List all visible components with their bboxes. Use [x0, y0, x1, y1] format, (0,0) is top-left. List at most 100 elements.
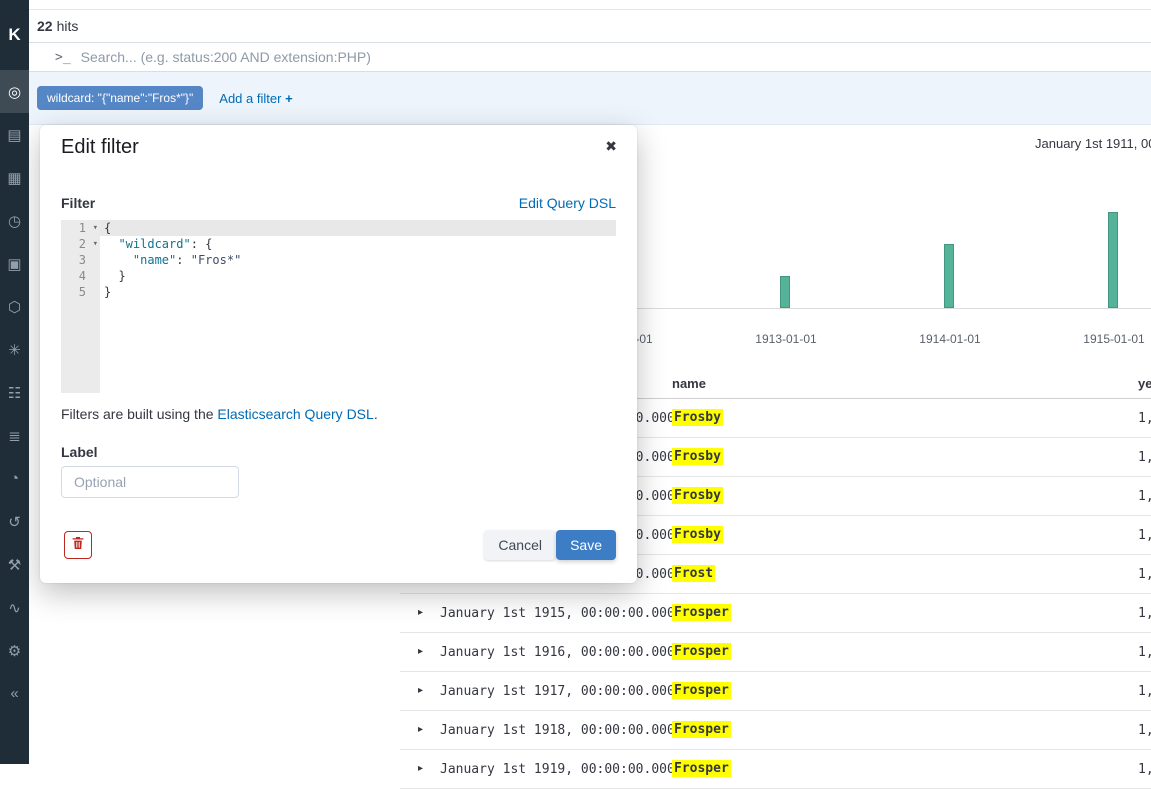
label-section-heading: Label [61, 444, 98, 460]
name-highlight: Frosper [672, 682, 731, 699]
histogram-bar[interactable] [780, 276, 790, 308]
delete-filter-button[interactable] [64, 531, 92, 559]
dev-tools-icon: ⚒ [8, 556, 21, 574]
name-highlight: Frosby [672, 526, 723, 543]
code-token: } [104, 269, 126, 283]
sidebar-item-uptime[interactable]: ↺ [0, 500, 29, 543]
row-expand-icon[interactable]: ▸ [418, 763, 423, 774]
year-cell: 1,912 [1138, 450, 1151, 465]
x-axis-tick-label: 1913-01-01 [755, 332, 816, 346]
code-token: : { [191, 237, 213, 251]
filter-pill-wildcard[interactable]: wildcard: "{"name":"Fros*"}" [37, 86, 203, 110]
name-highlight: Frosper [672, 721, 731, 738]
histogram-bar[interactable] [944, 244, 954, 308]
search-input[interactable] [81, 49, 1151, 65]
year-cell: 1,918 [1138, 723, 1151, 738]
year-cell: 1,915 [1138, 567, 1151, 582]
dashboard-icon: ▦ [7, 169, 21, 187]
x-axis-tick-label: 1914-01-01 [919, 332, 980, 346]
plus-icon: + [285, 91, 293, 106]
sidebar-item-canvas[interactable]: ▣ [0, 242, 29, 285]
histogram-bar[interactable] [1108, 212, 1118, 308]
elasticsearch-query-dsl-link[interactable]: Elasticsearch Query DSL [217, 406, 373, 422]
editor-gutter: 1▾2▾345 [61, 220, 100, 393]
code-fold-icon[interactable]: ▾ [93, 236, 98, 252]
code-token: } [104, 285, 111, 299]
filter-bar: wildcard: "{"name":"Fros*"}" Add a filte… [29, 72, 1151, 125]
edit-filter-modal: Edit filter ✖ Filter Edit Query DSL 1▾2▾… [40, 125, 637, 583]
query-dsl-editor[interactable]: 1▾2▾345 { "wildcard": { "name": "Fros*" … [61, 220, 616, 393]
uptime-icon: ↺ [8, 513, 21, 531]
monitoring-icon: ∿ [8, 599, 21, 617]
name-cell: Frosper [672, 644, 731, 659]
time-cell: January 1st 1919, 00:00:00.000 [440, 762, 675, 777]
sidebar-item-dashboard[interactable]: ▦ [0, 156, 29, 199]
code-fold-icon[interactable]: ▾ [93, 220, 98, 236]
close-icon[interactable]: ✖ [605, 138, 617, 155]
terminal-prompt-icon: >_ [55, 50, 71, 65]
time-cell: January 1st 1917, 00:00:00.000 [440, 684, 675, 699]
sidebar-item-maps[interactable]: ⬡ [0, 285, 29, 328]
sidebar-item-infrastructure[interactable]: ☷ [0, 371, 29, 414]
sidebar-item-logs[interactable]: ≣ [0, 414, 29, 457]
sidebar-item-discover[interactable]: ◎ [0, 70, 29, 113]
sidebar-item-apm[interactable]: ◔ [0, 457, 29, 500]
name-cell: Frosby [672, 410, 723, 425]
row-expand-icon[interactable]: ▸ [418, 685, 423, 696]
code-token: "wildcard" [118, 237, 190, 251]
timelion-icon: ◷ [8, 212, 21, 230]
code-token: "name" [133, 253, 176, 267]
kibana-logo[interactable]: K [0, 0, 29, 70]
sidebar-item-machine-learning[interactable]: ✳ [0, 328, 29, 371]
code-line: "wildcard": { [100, 236, 616, 252]
editor-code-area[interactable]: { "wildcard": { "name": "Fros*" }} [100, 220, 616, 393]
row-expand-icon[interactable]: ▸ [418, 724, 423, 735]
cancel-button[interactable]: Cancel [484, 530, 556, 560]
add-filter-button[interactable]: Add a filter + [219, 91, 292, 106]
query-bar: >_ [29, 42, 1151, 72]
sidebar-item-timelion[interactable]: ◷ [0, 199, 29, 242]
code-token: "Fros*" [191, 253, 242, 267]
table-row: ▸January 1st 1915, 00:00:00.000Frosper1,… [400, 594, 1151, 633]
code-line: } [100, 284, 616, 300]
time-cell: January 1st 1918, 00:00:00.000 [440, 723, 675, 738]
table-row: ▸ January 1st 1916, 00:00:00.000Frosper 1,… [400, 633, 1151, 672]
column-header-name[interactable]: name [672, 376, 706, 391]
row-expand-icon[interactable]: ▸ [418, 607, 423, 618]
logs-icon: ≣ [8, 427, 21, 445]
column-header-year[interactable]: year [1138, 376, 1151, 391]
save-button[interactable]: Save [556, 530, 616, 560]
year-cell: 1,914 [1138, 528, 1151, 543]
code-line: { [100, 220, 616, 236]
sidebar-item-collapse-nav[interactable]: « [0, 672, 29, 715]
sidebar-item-monitoring[interactable]: ∿ [0, 586, 29, 629]
code-token: : [176, 253, 190, 267]
apm-icon: ◔ [10, 470, 19, 487]
name-cell: Frosby [672, 488, 723, 503]
table-row: ▸January 1st 1919, 00:00:00.000Frosper1,… [400, 750, 1151, 789]
help-prefix: Filters are built using the [61, 406, 217, 422]
filter-label-input[interactable] [61, 466, 239, 498]
name-cell: Frosper [672, 761, 731, 776]
name-cell: Frosper [672, 605, 731, 620]
machine-learning-icon: ✳ [8, 341, 21, 359]
sidebar-item-management[interactable]: ⚙ [0, 629, 29, 672]
edit-query-dsl-link[interactable]: Edit Query DSL [519, 195, 616, 211]
code-line: } [100, 268, 616, 284]
name-highlight: Frost [672, 565, 715, 582]
modal-title: Edit filter [61, 136, 139, 159]
line-number: 5 [61, 284, 100, 300]
name-highlight: Frosby [672, 409, 723, 426]
filter-section-label: Filter [61, 195, 95, 211]
code-token: { [104, 221, 111, 235]
time-cell: January 1st 1916, 00:00:00.000 [440, 645, 675, 660]
sidebar-item-visualize[interactable]: ▤ [0, 113, 29, 156]
row-expand-icon[interactable]: ▸ [418, 646, 423, 657]
collapse-nav-icon: « [10, 685, 18, 702]
year-cell: 1,916 [1138, 645, 1151, 660]
code-token [104, 253, 133, 267]
sidebar-item-dev-tools[interactable]: ⚒ [0, 543, 29, 586]
chart-range-label: January 1st 1911, 00: [1035, 136, 1151, 151]
name-cell: Frosper [672, 722, 731, 737]
management-icon: ⚙ [8, 642, 21, 660]
